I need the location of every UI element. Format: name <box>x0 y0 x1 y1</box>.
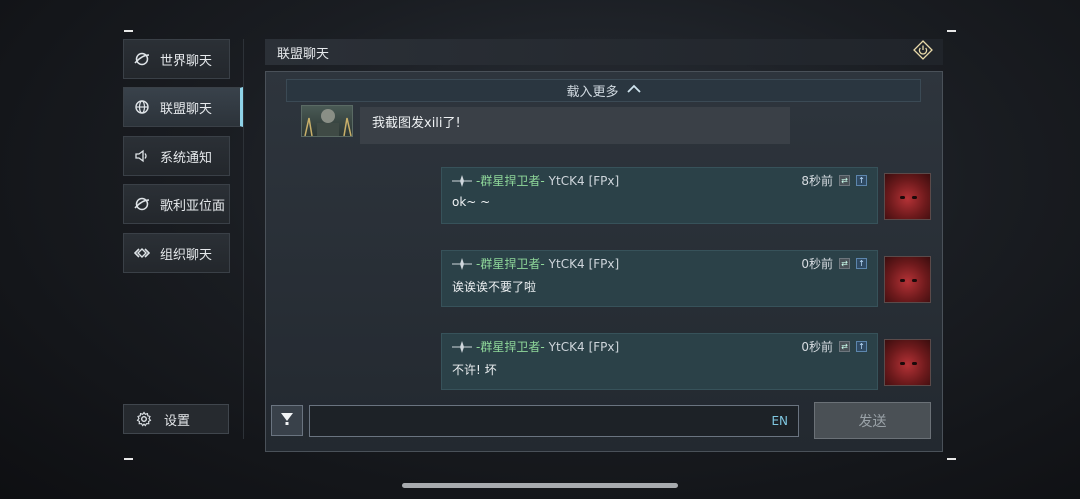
chevron-up-icon <box>626 83 641 98</box>
sidebar-item-world-chat[interactable]: 世界聊天 <box>123 39 230 79</box>
rank-emblem-icon <box>452 174 472 187</box>
rank-emblem-icon <box>452 257 472 270</box>
pin-up-icon[interactable]: ↑ <box>856 175 867 186</box>
settings-label: 设置 <box>164 413 191 429</box>
translate-icon[interactable]: ⇄ <box>839 341 850 352</box>
message-time: 0秒前 <box>801 340 833 354</box>
send-button[interactable]: 发送 <box>814 402 931 439</box>
sidebar-item-org-chat[interactable]: 组织聊天 <box>123 233 230 273</box>
sidebar-item-label: 组织聊天 <box>160 247 213 263</box>
globe-swirl-icon <box>124 51 160 67</box>
chat-message-bubble: -群星捍卫者- YtCK4 [FPx] 0秒前 ⇄ ↑ 诶诶诶不要了啦 <box>441 250 878 307</box>
sidebar-item-label: 歌利亚位面 <box>160 198 226 214</box>
chat-header: 联盟聊天 <box>265 39 943 65</box>
corner-mark <box>947 458 956 460</box>
page-title: 联盟聊天 <box>277 46 330 62</box>
translate-icon[interactable]: ⇄ <box>839 175 850 186</box>
message-input[interactable]: EN <box>309 405 799 437</box>
pin-up-icon[interactable]: ↑ <box>856 258 867 269</box>
corner-mark <box>124 458 133 460</box>
sidebar-divider <box>243 39 244 439</box>
settings-button[interactable]: 设置 <box>123 404 229 434</box>
load-more-button[interactable]: 载入更多 <box>286 79 921 102</box>
corner-mark <box>947 30 956 32</box>
sidebar-item-label: 系统通知 <box>160 150 213 166</box>
speaker-icon <box>124 148 160 164</box>
sidebar-item-alliance-chat[interactable]: 联盟聊天 <box>123 87 243 127</box>
sidebar-item-goliath-plane[interactable]: 歌利亚位面 <box>123 184 230 224</box>
message-text: 不许! 坏 <box>452 363 497 377</box>
chain-icon <box>124 245 160 261</box>
rank-emblem-icon <box>452 340 472 353</box>
chat-message-bubble: -群星捍卫者- YtCK4 [FPx] 8秒前 ⇄ ↑ ok~ ~ <box>441 167 878 224</box>
message-text: 诶诶诶不要了啦 <box>452 280 537 294</box>
message-text: ok~ ~ <box>452 195 491 209</box>
avatar[interactable] <box>884 339 931 386</box>
channel-sidebar: 世界聊天 联盟聊天 系统通知 歌利亚位面 组织聊天 <box>123 39 243 439</box>
avatar[interactable] <box>884 256 931 303</box>
translate-icon[interactable]: ⇄ <box>839 258 850 269</box>
sidebar-item-system-notice[interactable]: 系统通知 <box>123 136 230 176</box>
input-language-indicator[interactable]: EN <box>771 414 788 428</box>
chat-panel: 载入更多 我截图发xili了! -群星捍卫者- YtCK4 [FPx] 8秒前 … <box>265 71 943 452</box>
sender-name[interactable]: -群星捍卫者- YtCK4 [FPx] <box>452 338 619 355</box>
sender-name[interactable]: -群星捍卫者- YtCK4 [FPx] <box>452 255 619 272</box>
gear-icon <box>124 411 164 427</box>
message-time: 0秒前 <box>801 257 833 271</box>
power-icon[interactable] <box>913 40 933 64</box>
sidebar-item-label: 联盟聊天 <box>160 101 213 117</box>
emoji-toggle-button[interactable] <box>271 405 303 436</box>
globe-swirl-icon <box>124 196 160 212</box>
home-indicator[interactable] <box>402 483 678 488</box>
pin-up-icon[interactable]: ↑ <box>856 341 867 352</box>
avatar[interactable] <box>301 105 353 137</box>
chat-message-bubble: -群星捍卫者- YtCK4 [FPx] 0秒前 ⇄ ↑ 不许! 坏 <box>441 333 878 390</box>
chevron-down-icon <box>280 411 294 431</box>
chat-message-bubble: 我截图发xili了! <box>360 107 790 144</box>
message-time: 8秒前 <box>801 174 833 188</box>
avatar[interactable] <box>884 173 931 220</box>
globe-icon <box>124 99 160 115</box>
corner-mark <box>124 30 133 32</box>
load-more-label: 载入更多 <box>566 85 619 100</box>
sidebar-item-label: 世界聊天 <box>160 53 213 69</box>
sender-name[interactable]: -群星捍卫者- YtCK4 [FPx] <box>452 172 619 189</box>
message-text: 我截图发xili了! <box>372 116 461 131</box>
